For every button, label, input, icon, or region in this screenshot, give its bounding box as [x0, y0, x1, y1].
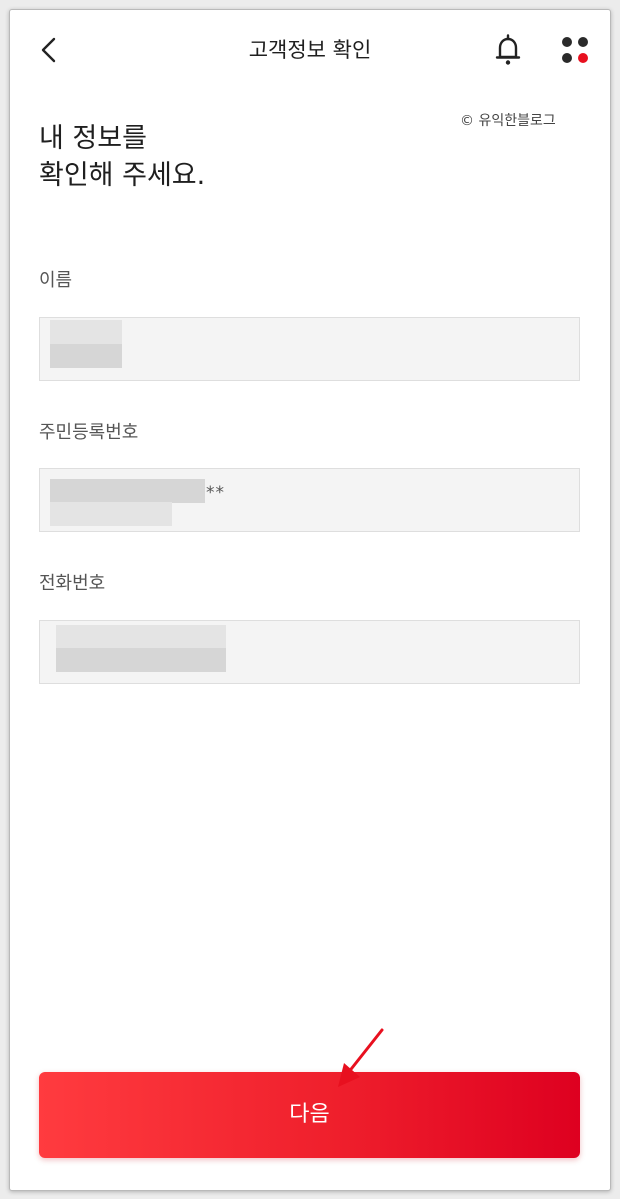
redacted-value [56, 648, 226, 672]
page-title: 고객정보 확인 [248, 38, 372, 62]
name-label: 이름 [39, 270, 73, 291]
headline-line-2: 확인해 주세요. [39, 160, 206, 191]
back-arrow-icon [41, 37, 56, 63]
back-button[interactable] [34, 34, 66, 66]
apps-menu-button[interactable] [560, 35, 590, 65]
watermark-text: © 유익한블로그 [460, 113, 556, 129]
next-button[interactable]: 다음 [39, 1072, 580, 1158]
redacted-value [50, 344, 122, 368]
redacted-value [50, 320, 122, 346]
redacted-value [50, 479, 205, 503]
masked-suffix: ** [206, 483, 225, 503]
headline-line-1: 내 정보를 [39, 123, 147, 154]
apps-dots-icon [562, 37, 588, 63]
phone-label: 전화번호 [39, 573, 106, 594]
top-bar: 고객정보 확인 [10, 10, 610, 90]
rrn-field[interactable]: ** [39, 468, 580, 532]
redacted-value [50, 502, 172, 526]
phone-field[interactable] [39, 620, 580, 684]
redacted-value [56, 625, 226, 649]
app-screen: 고객정보 확인 © 유익한블로그 내 정보를 확인해 주세요. 이름 주민등록번… [9, 9, 611, 1191]
page-headline: 내 정보를 확인해 주세요. [39, 120, 205, 194]
notifications-button[interactable] [492, 32, 524, 68]
name-field[interactable] [39, 317, 580, 381]
annotation-arrow-icon [338, 1028, 384, 1087]
bell-icon [495, 34, 521, 65]
rrn-label: 주민등록번호 [39, 422, 139, 443]
